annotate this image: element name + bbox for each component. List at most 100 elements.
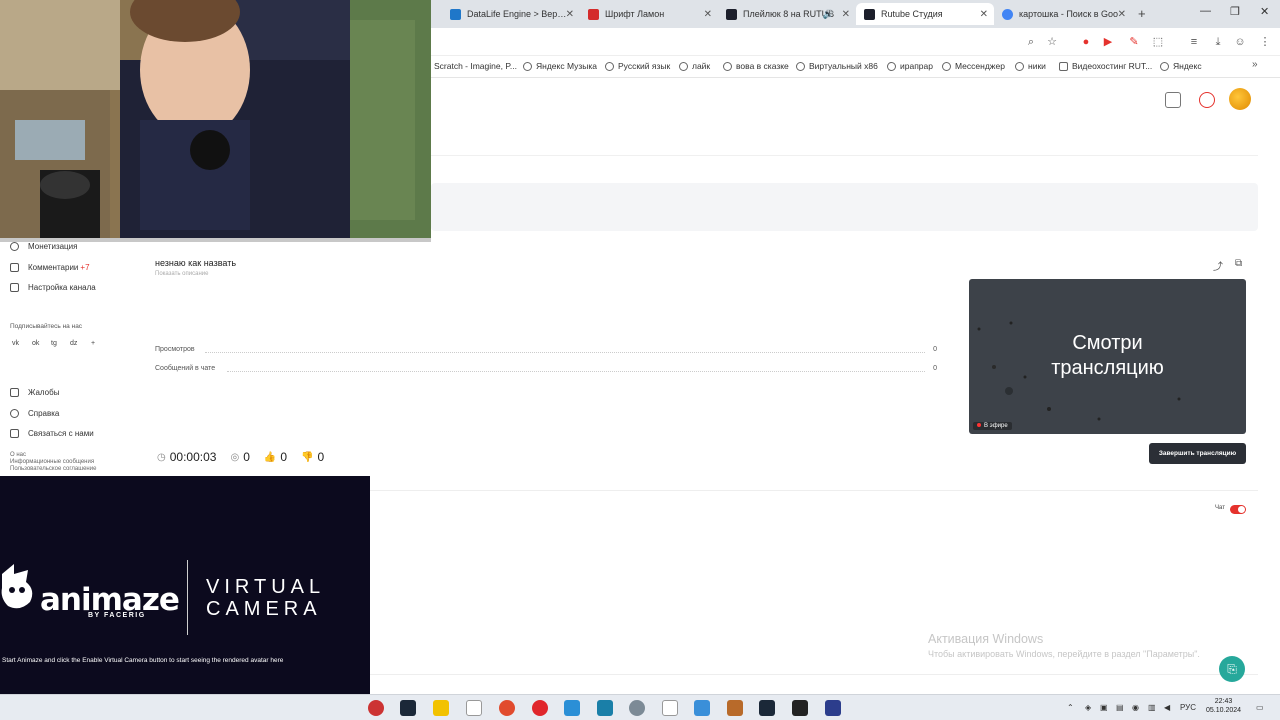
avatar[interactable] — [1229, 88, 1251, 110]
app-icon[interactable] — [629, 700, 645, 716]
bookmark[interactable]: Яндекс — [1160, 61, 1202, 71]
close-icon[interactable]: ✕ — [704, 9, 712, 20]
support-chat-button[interactable]: ⎘ — [1219, 656, 1245, 682]
download-icon[interactable]: ⤓ — [1211, 35, 1225, 49]
subscribe-label: Подписывайтесь на нас — [10, 323, 83, 330]
bookmark[interactable]: ники — [1015, 61, 1046, 71]
bookmark[interactable]: Виртуальный x86 — [796, 61, 878, 71]
footer-link[interactable]: О нас — [10, 452, 96, 459]
tab-datalife[interactable]: DataLife Engine > Версия ✕ — [442, 3, 580, 25]
app-icon[interactable] — [597, 700, 613, 716]
zoom-icon[interactable]: ⌕ — [1024, 35, 1038, 49]
chrome-icon[interactable] — [499, 700, 515, 716]
app-icon[interactable] — [368, 700, 384, 716]
tab-rutube-studio[interactable]: Rutube Студия ✕ — [856, 3, 994, 25]
ok-icon[interactable]: ok — [32, 340, 39, 347]
bookmark-label: Виртуальный x86 — [809, 61, 878, 71]
app-icon[interactable] — [433, 700, 449, 716]
tray-icon[interactable]: ▣ — [1100, 703, 1108, 712]
dzen-icon[interactable]: dz — [70, 340, 77, 347]
steam-icon[interactable] — [400, 700, 416, 716]
tray-chevron-icon[interactable]: ⌃ — [1067, 703, 1074, 712]
tab-font[interactable]: Шрифт Ламон ✕ — [580, 3, 718, 25]
bookmark[interactable]: вова в сказке — [723, 61, 789, 71]
upload-icon[interactable] — [1165, 92, 1181, 108]
bell-icon[interactable] — [1199, 92, 1215, 108]
close-icon[interactable]: ✕ — [980, 9, 988, 20]
puzzle-icon[interactable]: ⬚ — [1151, 35, 1165, 49]
sidebar-item-complaints[interactable]: Жалобы — [10, 388, 59, 397]
tray-icon[interactable]: ▤ — [1116, 703, 1124, 712]
minimize-button[interactable]: — — [1200, 5, 1211, 17]
animaze-mascot-icon — [1, 564, 33, 609]
tab-label: Шрифт Ламон — [605, 9, 665, 19]
footer-link[interactable]: Информационные сообщения — [10, 459, 96, 466]
sidebar-item-label: Справка — [28, 409, 60, 418]
stream-title: незнаю как назвать — [155, 258, 237, 268]
close-icon[interactable]: ✕ — [842, 9, 850, 20]
media-icon[interactable]: ≡ — [1187, 35, 1201, 49]
play-icon[interactable]: ▶ — [1101, 35, 1115, 49]
sidebar-item-channel-settings[interactable]: Настройка канала — [10, 283, 96, 292]
volume-icon[interactable]: ◀ — [1164, 703, 1170, 712]
sidebar-item-monetization[interactable]: Монетизация — [10, 242, 77, 251]
language-indicator[interactable]: РУС — [1180, 703, 1196, 712]
dislikes-value: 0 — [317, 450, 325, 464]
tray-icon[interactable]: ◉ — [1132, 703, 1139, 712]
bookmark-label: ники — [1028, 61, 1046, 71]
steam-icon[interactable] — [759, 700, 775, 716]
new-tab-button[interactable]: + — [1138, 6, 1146, 21]
telegram-icon[interactable]: tg — [51, 340, 57, 347]
popout-icon[interactable]: ⧉ — [1235, 258, 1242, 269]
bookmark[interactable]: Яндекс Музыка — [523, 61, 597, 71]
bookmark[interactable]: Русский язык — [605, 61, 670, 71]
app-icon[interactable] — [727, 700, 743, 716]
extension-red-icon[interactable]: ● — [1079, 35, 1093, 49]
bookmarks-more-button[interactable]: » — [1252, 59, 1258, 70]
sidebar-item-comments[interactable]: Комментарии +7 — [10, 263, 90, 272]
file-icon[interactable] — [662, 700, 678, 716]
tab-google-search[interactable]: картошка - Поиск в Goo ✕ — [994, 3, 1132, 25]
menu-icon[interactable]: ⋮ — [1258, 35, 1272, 49]
bookmark[interactable]: Видеохостинг RUT... — [1059, 61, 1152, 71]
file-icon[interactable] — [466, 700, 482, 716]
bookmark[interactable]: лайк — [679, 61, 710, 71]
network-icon[interactable]: ▥ — [1148, 703, 1156, 712]
opera-icon[interactable] — [532, 700, 548, 716]
tray-icon[interactable]: ◈ — [1085, 703, 1091, 712]
extension-icon[interactable]: ✎ — [1127, 35, 1141, 49]
app-icon[interactable] — [792, 700, 808, 716]
vk-icon[interactable]: vk — [12, 340, 19, 347]
sidebar-item-contact[interactable]: Связаться с нами — [10, 429, 94, 438]
window-close-button[interactable]: ✕ — [1260, 5, 1269, 18]
stream-preview[interactable]: Смотри трансляцию В эфире — [969, 279, 1246, 434]
end-stream-button[interactable]: Завершить трансляцию — [1149, 443, 1246, 464]
coin-icon — [10, 242, 19, 251]
live-badge: В эфире — [973, 422, 1012, 430]
stat-chat-messages: Сообщений в чате 0 — [155, 365, 937, 372]
app-icon[interactable] — [825, 700, 841, 716]
footer-link[interactable]: Пользовательское соглашение — [10, 466, 96, 473]
bookmark[interactable]: Мессенджер — [942, 61, 1005, 71]
speaker-icon[interactable]: 🔊 — [823, 9, 834, 20]
close-icon[interactable]: ✕ — [1118, 9, 1126, 20]
sidebar-item-help[interactable]: Справка — [10, 409, 59, 418]
chat-toggle[interactable] — [1230, 505, 1246, 514]
tab-playlist[interactable]: Плейлюк 8 на RUTUB 🔊 ✕ — [718, 3, 856, 25]
maximize-button[interactable]: ❐ — [1230, 5, 1240, 18]
tab-label: Rutube Студия — [881, 9, 943, 19]
thumbs-down-icon: 👎 — [301, 451, 314, 463]
app-icon[interactable] — [694, 700, 710, 716]
bookmark[interactable]: Scratch - Imagine, P... — [434, 61, 517, 71]
profile-icon[interactable]: ☺ — [1233, 35, 1247, 49]
share-icon[interactable]: ⤴ — [1213, 258, 1223, 273]
close-icon[interactable]: ✕ — [566, 9, 574, 20]
app-icon[interactable] — [564, 700, 580, 716]
star-icon[interactable]: ☆ — [1045, 35, 1059, 49]
bookmark[interactable]: ирапрар — [887, 61, 933, 71]
notifications-icon[interactable]: ▭ — [1256, 703, 1264, 712]
bookmark-icon — [796, 61, 805, 71]
show-description-link[interactable]: Показать описание — [155, 271, 208, 277]
plus-icon[interactable]: + — [91, 340, 95, 347]
taskbar-clock[interactable]: 22:43 05.10.2024 — [1206, 697, 1241, 715]
